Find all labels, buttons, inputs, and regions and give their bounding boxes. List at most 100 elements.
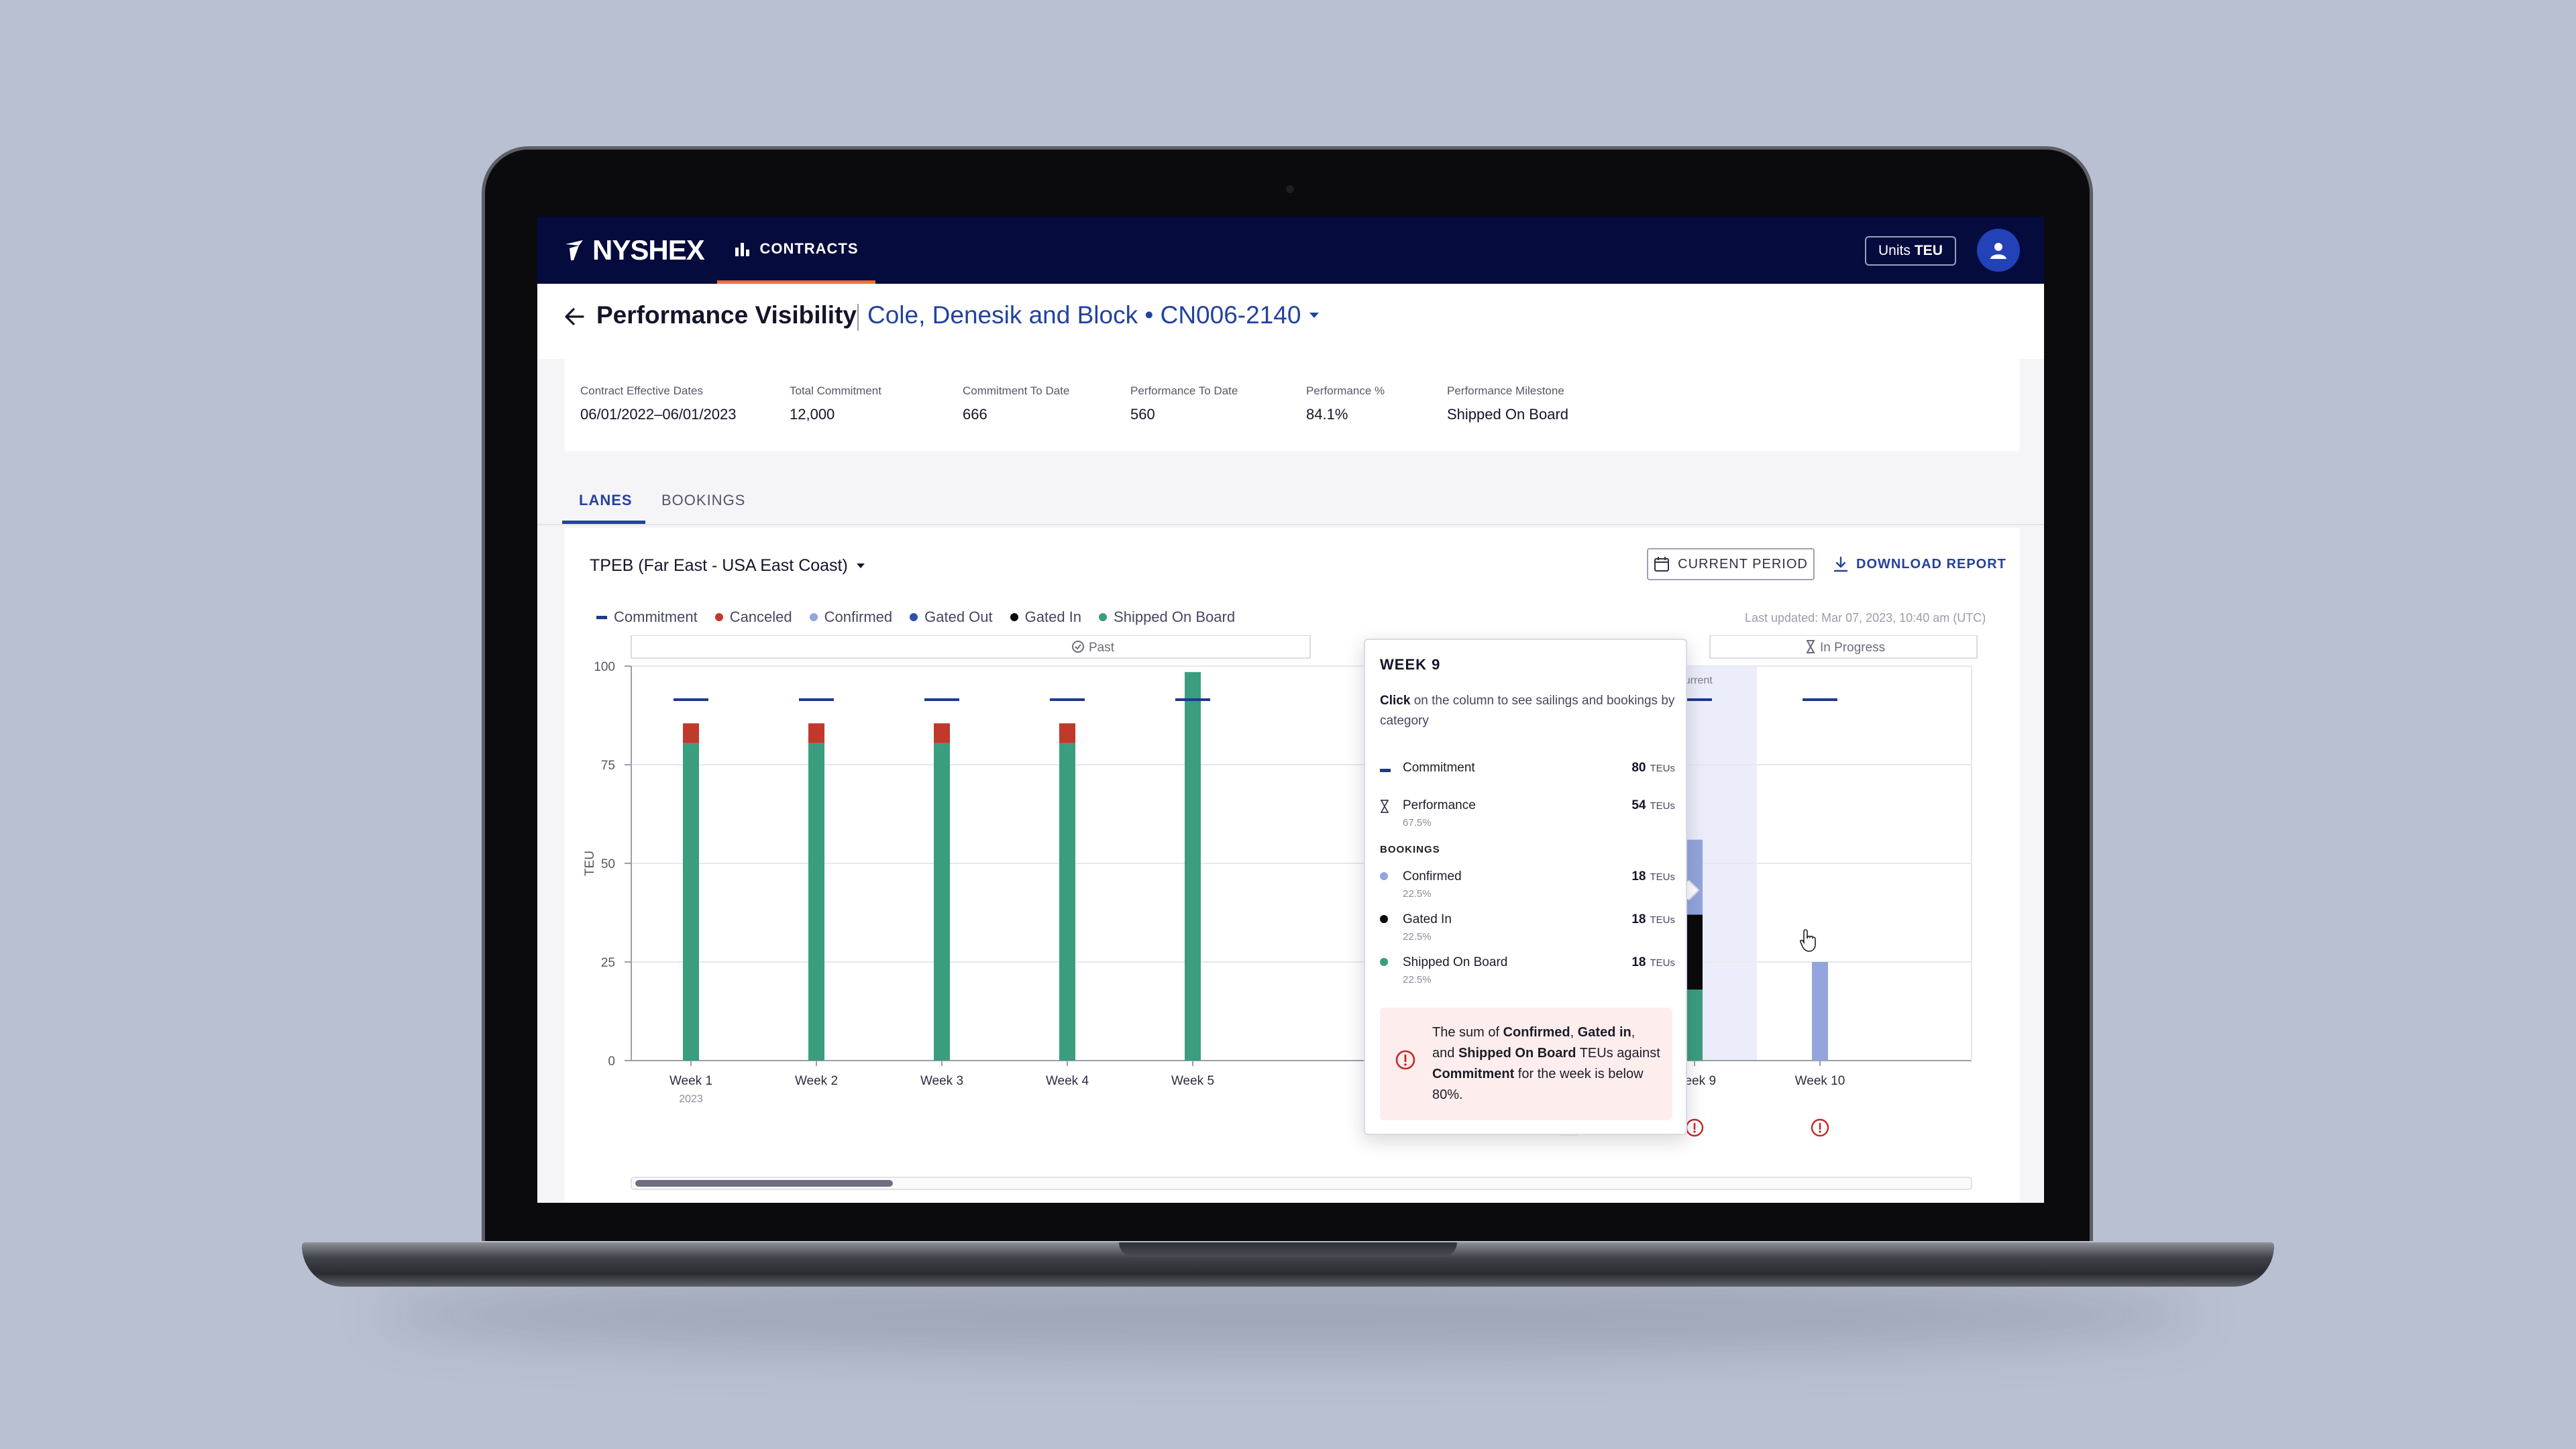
bar-confirmed xyxy=(1812,962,1828,1061)
y-tick-label: 0 xyxy=(608,1055,615,1069)
bar-canceled xyxy=(808,723,824,743)
tooltip-row-pct: 22.5% xyxy=(1403,974,1432,985)
page-title: Performance Visibility xyxy=(596,301,857,329)
camera-icon xyxy=(1286,185,1294,193)
y-axis-label: TEU xyxy=(583,851,597,876)
value-unit: TEUs xyxy=(1650,871,1676,883)
tab-lanes[interactable]: LANES xyxy=(579,492,633,509)
current-period-button[interactable]: CURRENT PERIOD xyxy=(1647,548,1815,580)
legend-canceled: Canceled xyxy=(714,608,792,626)
tooltip-row-pct: 22.5% xyxy=(1403,888,1432,900)
legend-gated-out: Gated Out xyxy=(910,608,993,626)
alert-text: TEUs against xyxy=(1576,1046,1660,1061)
legend-confirmed: Confirmed xyxy=(809,608,892,626)
tooltip-row-name: Confirmed xyxy=(1403,869,1462,883)
alert-bold: Commitment xyxy=(1432,1067,1515,1081)
tooltip-row-pct: 22.5% xyxy=(1403,931,1432,943)
alert-text: The sum of xyxy=(1432,1025,1503,1040)
alert-bold: Gated in xyxy=(1577,1025,1631,1040)
summary-value: 84.1% xyxy=(1306,406,1348,423)
last-updated: Last updated: Mar 07, 2023, 10:40 am (UT… xyxy=(1745,611,1986,625)
alert-dot xyxy=(1693,1130,1696,1133)
period-in-progress-label: In Progress xyxy=(1820,641,1885,655)
app-screen: NYSHEX CONTRACTS Units TEU Performance V… xyxy=(537,217,2044,1203)
legend-label: Gated Out xyxy=(924,608,993,625)
tooltip-row-gated-in: Gated In 22.5% 18 TEUs xyxy=(1380,912,1675,943)
y-tick-label: 75 xyxy=(601,759,615,773)
tooltip-row-value: 18 TEUs xyxy=(1631,912,1675,927)
bar-confirmed xyxy=(1686,839,1703,915)
user-avatar[interactable] xyxy=(1977,229,2020,272)
alert-dot xyxy=(1819,1130,1821,1133)
shipped-dot xyxy=(1380,958,1388,966)
contract-name: Cole, Denesik and Block • CN006-2140 xyxy=(867,301,1301,329)
alert-circle-icon xyxy=(1395,1050,1415,1070)
chart-scrollbar-thumb xyxy=(635,1180,893,1187)
x-tick-label: Week 10 xyxy=(1795,1074,1845,1088)
tooltip-row-shipped-on-board: Shipped On Board 22.5% 18 TEUs xyxy=(1380,955,1675,985)
x-tick-label: Week 3 xyxy=(920,1074,963,1088)
nav-tab-label: CONTRACTS xyxy=(759,239,859,257)
tooltip-row-pct: 67.5% xyxy=(1403,817,1432,828)
commitment-dash xyxy=(1380,769,1391,772)
tooltip-row-value: 54 TEUs xyxy=(1631,798,1675,813)
week-tooltip: WEEK 9 Click on the column to see sailin… xyxy=(1364,639,1687,1135)
tooltip-hint-text: on the column to see sailings and bookin… xyxy=(1380,694,1675,728)
tooltip-alert: The sum of Confirmed, Gated in, and Ship… xyxy=(1380,1008,1672,1120)
tooltip-row-value: 18 TEUs xyxy=(1631,869,1675,884)
summary-label: Performance % xyxy=(1306,384,1385,397)
tooltip-hint-bold: Click xyxy=(1380,694,1411,708)
top-navbar: NYSHEX CONTRACTS Units TEU xyxy=(537,217,2044,284)
bar-shipped-on-board xyxy=(683,743,699,1061)
tooltip-row-confirmed: Confirmed 22.5% 18 TEUs xyxy=(1380,869,1675,900)
tab-bookings[interactable]: BOOKINGS xyxy=(661,492,745,509)
year-label: 2023 xyxy=(679,1093,703,1105)
legend-label: Shipped On Board xyxy=(1114,608,1236,625)
legend-gated-in: Gated In xyxy=(1010,608,1081,626)
download-icon xyxy=(1833,556,1848,572)
value-number: 18 xyxy=(1631,955,1646,969)
legend-label: Canceled xyxy=(729,608,792,625)
summary-label: Performance To Date xyxy=(1130,384,1238,397)
value-unit: TEUs xyxy=(1650,763,1676,774)
lane-selector[interactable]: TPEB (Far East - USA East Coast) xyxy=(590,556,865,576)
performance-chart[interactable]: Past In ProgressCurrent0255075100TEUWeek … xyxy=(564,635,2020,1203)
contract-summary: Contract Effective Dates 06/01/2022–06/0… xyxy=(564,359,2020,451)
summary-performance-pct: Performance % 84.1% xyxy=(1306,384,1385,423)
user-icon xyxy=(1990,243,2006,259)
title-divider xyxy=(857,304,859,331)
tooltip-row-commitment: Commitment 80 TEUs xyxy=(1380,761,1675,788)
period-past-box xyxy=(631,635,1311,659)
tooltip-hint: Click on the column to see sailings and … xyxy=(1380,691,1675,731)
download-report-label: DOWNLOAD REPORT xyxy=(1856,556,2006,572)
legend-dot xyxy=(910,613,918,621)
download-report-button[interactable]: DOWNLOAD REPORT xyxy=(1833,548,2006,580)
summary-label: Commitment To Date xyxy=(963,384,1070,397)
x-tick-label: Week 1 xyxy=(669,1074,712,1088)
summary-label: Contract Effective Dates xyxy=(580,384,703,397)
active-tab-indicator xyxy=(562,521,645,524)
tooltip-title: WEEK 9 xyxy=(1380,656,1441,673)
units-value: TEU xyxy=(1914,243,1943,258)
laptop-notch xyxy=(1119,1242,1457,1257)
period-past-label: Past xyxy=(1089,641,1115,655)
value-number: 80 xyxy=(1631,761,1646,775)
alert-text: , xyxy=(1570,1025,1578,1040)
page-header: Performance Visibility Cole, Denesik and… xyxy=(537,284,2044,359)
x-tick-label: Week 2 xyxy=(795,1074,838,1088)
units-selector[interactable]: Units TEU xyxy=(1865,236,1956,266)
legend-dot xyxy=(1099,613,1108,621)
back-arrow-icon[interactable] xyxy=(563,305,586,328)
caret-down-icon xyxy=(1309,313,1320,318)
brand-logo[interactable]: NYSHEX xyxy=(564,235,705,265)
confirmed-dot xyxy=(1380,872,1388,880)
logo-mark-icon xyxy=(566,240,583,260)
lane-name: TPEB (Far East - USA East Coast) xyxy=(590,556,848,575)
summary-value: 12,000 xyxy=(790,406,835,423)
bar-shipped-on-board xyxy=(1185,672,1201,1061)
calendar-icon xyxy=(1654,557,1670,572)
nav-tab-contracts[interactable]: CONTRACTS xyxy=(717,217,875,284)
contract-selector[interactable]: Cole, Denesik and Block • CN006-2140 xyxy=(867,301,1320,329)
view-tabs: LANES BOOKINGS xyxy=(537,451,2044,525)
bar-canceled xyxy=(934,723,950,743)
